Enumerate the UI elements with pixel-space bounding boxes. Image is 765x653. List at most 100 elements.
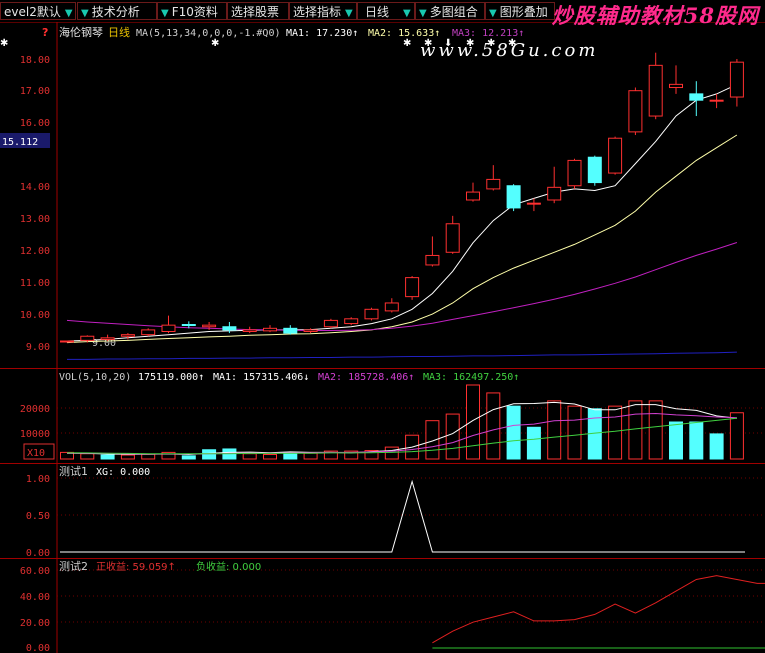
candle-body (100, 337, 115, 340)
test2-tick: 60.00 (20, 566, 50, 577)
volume-bar (303, 452, 318, 460)
candle-body (466, 191, 480, 201)
candle-body (648, 64, 663, 117)
candle-body (729, 61, 744, 98)
current-price-label: 15.112 (2, 137, 38, 148)
vol-ma1-readout: MA1: 157315.406↓ (213, 372, 309, 383)
candle-body (323, 319, 338, 328)
test1-title: 测试1 (59, 465, 88, 478)
volume-bar (648, 400, 663, 460)
dropdown-arrow-icon: ▼ (81, 8, 89, 19)
test1-tick: 0.50 (26, 511, 50, 522)
ma1-readout: MA1: 17.230↑ (286, 28, 358, 39)
volume-bar (547, 400, 562, 460)
menu-label: 技术分析 (91, 5, 140, 19)
price-tick: 13.00 (20, 214, 50, 225)
volume-bar (526, 426, 541, 460)
ma-line-long (67, 351, 737, 360)
candle-body (608, 137, 623, 174)
price-tick: 9.00 (26, 342, 50, 353)
menu-f10[interactable]: ▼ F10资料 (157, 2, 227, 20)
positive-return-line (432, 575, 765, 644)
volume-bar (445, 413, 460, 460)
candle-body (303, 329, 318, 332)
level-selector[interactable]: evel2默认 ▼ (0, 2, 76, 20)
candle-body (567, 159, 582, 187)
candle-body (506, 185, 521, 209)
test2-tick: 0.00 (26, 643, 50, 653)
menu-label: 图形叠加 (499, 5, 548, 19)
menu-select-indicator[interactable]: 选择指标 ▼ (289, 2, 357, 20)
star-marker-icon: ✱ (466, 38, 474, 49)
dropdown-arrow-icon: ▼ (161, 8, 169, 19)
stock-chart[interactable]: 海伦钢琴 日线 MA(5,13,34,0,0,0,-1.#Q0) MA1: 17… (0, 22, 765, 653)
menu-multi-chart[interactable]: ▼ 多图组合 (415, 2, 485, 20)
price-tick: 11.00 (20, 278, 50, 289)
volume-bar (120, 454, 135, 460)
candle-body (486, 178, 501, 190)
menu-tech-analysis[interactable]: ▼ 技术分析 (77, 2, 157, 20)
candle-body (60, 340, 74, 343)
vol-axis: 20000 10000 (20, 404, 50, 440)
price-candles (60, 52, 744, 360)
xg-line (60, 479, 745, 553)
candle-body (263, 327, 277, 332)
volume-bar (709, 433, 724, 460)
ma-params: MA(5,13,34,0,0,0,-1.#Q0) (136, 28, 281, 39)
candle-body (425, 254, 440, 266)
star-marker-icon: ⬇ (444, 38, 452, 49)
ma-line-ma3 (66, 242, 738, 331)
menu-overlay[interactable]: ▼ 图形叠加 (485, 2, 555, 20)
dropdown-arrow-icon: ▼ (419, 8, 427, 19)
star-marker-icon: ✱ (487, 38, 495, 49)
volume-bar (466, 384, 480, 460)
period-label: 日线 (108, 25, 130, 39)
dropdown-arrow-icon: ▼ (403, 8, 411, 19)
vol-ma2-readout: MA2: 185728.406↑ (318, 372, 414, 383)
volume-bar (608, 405, 623, 460)
vol-tick: 20000 (20, 404, 50, 415)
volume-bar (80, 453, 95, 460)
test2-neg-readout: 负收益: 0.000 (196, 560, 261, 573)
star-marker-icon: ✱ (211, 38, 219, 49)
candle-body (120, 334, 135, 337)
volume-bar (567, 405, 582, 460)
dropdown-arrow-icon: ▼ (489, 8, 497, 19)
volume-bar (486, 392, 501, 460)
stock-name: 海伦钢琴 (59, 25, 103, 39)
test2-tick: 20.00 (20, 618, 50, 629)
volume-bar (242, 453, 257, 460)
volume-bars (60, 384, 744, 460)
candle-body (181, 324, 196, 327)
test2-axis: 60.00 40.00 20.00 0.00 (20, 566, 50, 653)
star-marker-icon: ✱ (508, 38, 516, 49)
menu-select-stock[interactable]: 选择股票 (227, 2, 289, 20)
menu-label: 选择股票 (231, 5, 280, 19)
candle-body (669, 83, 683, 89)
menu-period[interactable]: 日线 ▼ (357, 2, 415, 20)
test1-axis: 1.00 0.50 0.00 (26, 474, 50, 559)
star-marker-icon: ✱ (403, 38, 411, 49)
test1-line (60, 479, 745, 553)
volume-bar (181, 455, 196, 460)
candle-body (587, 156, 602, 184)
candle-body (526, 202, 541, 205)
candle-body (364, 308, 379, 320)
help-icon[interactable]: ? (42, 26, 48, 39)
volume-bar (689, 421, 704, 460)
volume-bar (141, 453, 156, 460)
candle-body (689, 93, 704, 101)
candle-body (628, 90, 643, 133)
menu-label: 选择指标 (293, 5, 342, 19)
candle-body (141, 329, 156, 336)
test2-title: 测试2 (59, 560, 88, 573)
vol-title: VOL(5,10,20) (59, 372, 131, 383)
volume-bar (729, 412, 744, 460)
menu-label: 日线 (365, 5, 390, 19)
candle-body (80, 335, 95, 341)
price-tick: 14.00 (20, 182, 50, 193)
menu-label: 多图组合 (429, 5, 478, 19)
menu-label: F10资料 (171, 5, 218, 19)
volume-bar (506, 405, 521, 460)
vol-readout: 175119.000↑ (138, 372, 204, 383)
